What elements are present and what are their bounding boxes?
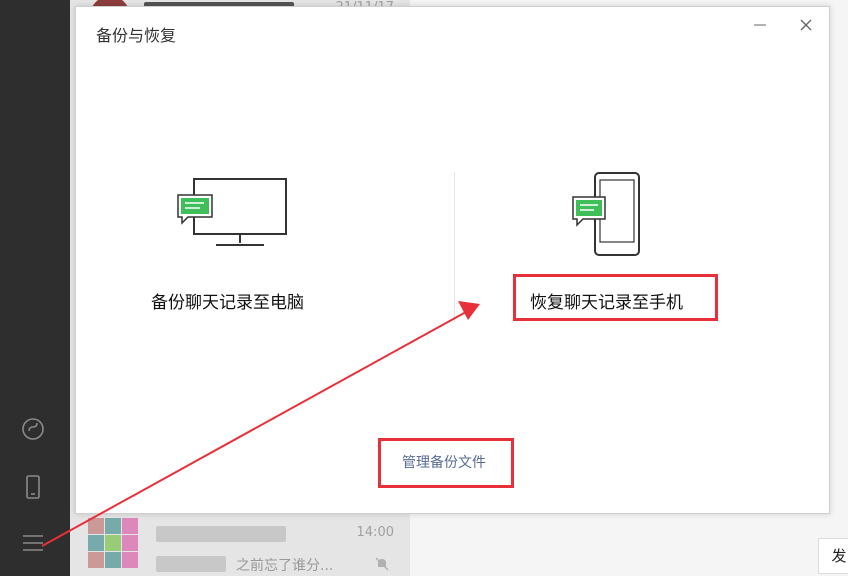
highlight-box-manage	[378, 438, 514, 488]
backup-to-pc-option[interactable]: 备份聊天记录至电脑	[136, 167, 376, 327]
chat-preview: 之前忘了谁分...	[236, 558, 334, 574]
mute-icon	[374, 556, 390, 576]
divider	[454, 172, 455, 322]
sender-blurred	[156, 556, 226, 572]
sidebar	[0, 0, 70, 576]
dialog-title: 备份与恢复	[96, 26, 177, 45]
backup-to-pc-label: 备份聊天记录至电脑	[151, 293, 304, 313]
phone-icon[interactable]	[20, 474, 46, 500]
mini-program-icon[interactable]	[20, 416, 46, 442]
send-button[interactable]: 发	[818, 538, 848, 574]
avatar	[88, 518, 138, 568]
close-icon	[800, 19, 812, 31]
minimize-button[interactable]	[748, 13, 772, 37]
list-item[interactable]: 14:00 之前忘了谁分...	[70, 510, 410, 574]
highlight-box-restore	[513, 274, 718, 321]
monitor-chat-icon	[176, 177, 288, 253]
phone-chat-icon	[571, 171, 641, 261]
menu-icon[interactable]	[20, 530, 46, 556]
close-button[interactable]	[794, 13, 818, 37]
backup-restore-dialog: 备份与恢复 备份聊天记录至电脑 恢复聊天记录至手机 管理备份文件	[75, 6, 830, 514]
chat-time: 14:00	[356, 525, 394, 540]
chat-name-blurred	[156, 526, 286, 542]
